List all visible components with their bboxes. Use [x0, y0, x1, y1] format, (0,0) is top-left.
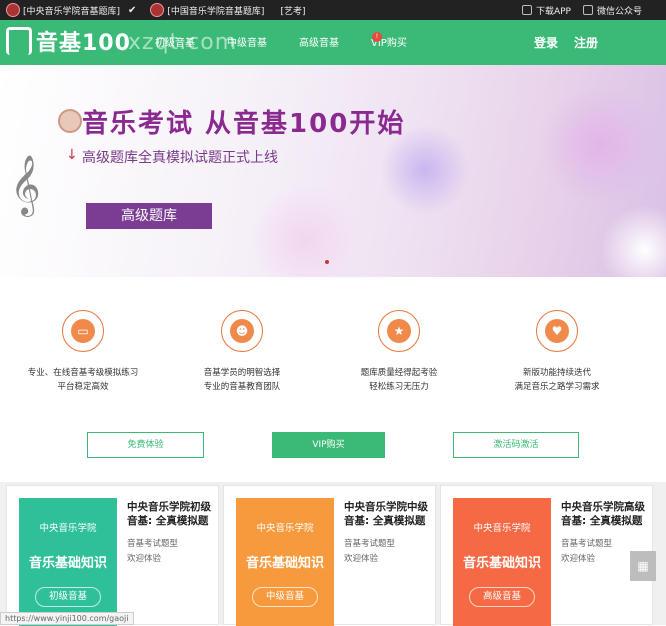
download-app-link[interactable]: 下载APP: [536, 4, 571, 17]
arrow-down-icon: ↓: [66, 147, 78, 163]
feature-icon-ring: ♥: [536, 310, 578, 352]
register-link[interactable]: 注册: [574, 34, 598, 51]
banner-title: 音乐考试 从音基100开始: [82, 109, 406, 139]
monitor-icon: ▭: [71, 319, 95, 343]
login-link[interactable]: 登录: [534, 34, 558, 51]
course-tag: 欢迎体验: [344, 554, 379, 564]
feature-item: ♥ 新版功能持续迭代 满足音乐之路学习需求: [477, 310, 637, 394]
nav-item-beginner[interactable]: 初级音基: [155, 34, 195, 49]
feature-line: 专业、在线音基考级模拟练习: [27, 368, 139, 378]
main-nav: 初级音基 中级音基 高级音基 VIP购买: [155, 34, 439, 49]
chevron-down-icon[interactable]: ✔: [128, 5, 136, 16]
wechat-icon: [582, 5, 593, 15]
music-note-icon: [6, 27, 32, 55]
decor-bubble: [600, 205, 666, 277]
star-icon: ★: [387, 319, 411, 343]
hot-badge-icon: !: [372, 32, 382, 42]
link-china-conservatory[interactable]: [中国音乐学院音基题库]: [167, 4, 264, 17]
feature-icon-ring: ▭: [62, 310, 104, 352]
course-thumbnail[interactable]: 中央音乐学院 音乐基础知识 高级音基: [453, 498, 551, 626]
advanced-bank-button[interactable]: 高级题库: [86, 203, 212, 229]
conservatory-seal-icon: [6, 3, 20, 17]
thumb-school: 中央音乐学院: [39, 523, 97, 534]
course-title[interactable]: 中央音乐学院高级音基: 全真模拟题: [561, 500, 647, 528]
course-tag: 欢迎体验: [127, 554, 162, 564]
decor-bubble: [250, 185, 360, 277]
nav-item-advanced[interactable]: 高级音基: [299, 34, 339, 49]
course-card[interactable]: 中央音乐学院 音乐基础知识 高级音基 中央音乐学院高级音基: 全真模拟题 音基考…: [440, 485, 653, 626]
china-conservatory-seal-icon: [150, 3, 165, 17]
thumb-course: 音乐基础知识: [28, 556, 107, 571]
banner-subtitle: 高级题库全真模拟试题正式上线: [82, 150, 278, 166]
course-title[interactable]: 中央音乐学院中级音基: 全真模拟题: [344, 500, 430, 528]
course-tag: 音基考试题型: [561, 539, 613, 549]
feature-item: ▭ 专业、在线音基考级模拟练习 平台稳定高效: [3, 310, 163, 394]
feature-line: 轻松练习无压力: [369, 382, 429, 392]
hero-banner[interactable]: ↓ 𝄞 音乐考试 从音基100开始 高级题库全真模拟试题正式上线 高级题库: [0, 65, 666, 277]
logo-text: 音基100: [36, 31, 131, 56]
free-trial-button[interactable]: 免费体验: [87, 432, 204, 458]
link-art-exam[interactable]: [艺考]: [280, 4, 305, 17]
course-card[interactable]: 中央音乐学院 音乐基础知识 中级音基 中央音乐学院中级音基: 全真模拟题 音基考…: [223, 485, 436, 626]
thumb-course: 音乐基础知识: [245, 556, 324, 571]
feature-line: 音基学员的明智选择: [203, 368, 281, 378]
course-thumbnail[interactable]: 中央音乐学院 音乐基础知识 中级音基: [236, 498, 334, 626]
auth-links: 登录 注册: [518, 34, 598, 51]
site-logo[interactable]: 音基100: [6, 25, 131, 57]
activate-code-button[interactable]: 激活码激活: [453, 432, 579, 458]
heart-icon: ♥: [545, 319, 569, 343]
feature-item: ☻ 音基学员的明智选择 专业的音基教育团队: [162, 310, 322, 394]
wechat-link[interactable]: 微信公众号: [597, 4, 642, 17]
site-header: 音基100 xzqt.com 初级音基 中级音基 高级音基 VIP购买 ! 登录…: [0, 20, 666, 65]
thumb-level: 中级音基: [252, 587, 318, 607]
thumb-school: 中央音乐学院: [256, 523, 314, 534]
thumb-level: 初级音基: [35, 587, 101, 607]
feature-line: 满足音乐之路学习需求: [514, 382, 600, 392]
link-central-conservatory[interactable]: [中央音乐学院音基题库]: [23, 4, 120, 17]
team-icon: ☻: [230, 319, 254, 343]
top-bar: [中央音乐学院音基题库] ✔ [中国音乐学院音基题库] [艺考] 下载APP 微…: [0, 0, 666, 20]
nav-item-intermediate[interactable]: 中级音基: [227, 34, 267, 49]
course-cards: 中央音乐学院 音乐基础知识 初级音基 中央音乐学院初级音基: 全真模拟题 音基考…: [0, 482, 666, 626]
course-thumbnail[interactable]: 中央音乐学院 音乐基础知识 初级音基: [19, 498, 117, 626]
course-tag: 音基考试题型: [127, 539, 179, 549]
vip-buy-button[interactable]: VIP购买: [272, 432, 385, 458]
feature-item: ★ 题库质量经得起考验 轻松练习无压力: [319, 310, 479, 394]
feature-icon-ring: ★: [378, 310, 420, 352]
feature-line: 新版功能持续迭代: [522, 368, 591, 378]
course-title[interactable]: 中央音乐学院初级音基: 全真模拟题: [127, 500, 213, 528]
feature-icon-ring: ☻: [221, 310, 263, 352]
carousel-indicator[interactable]: [325, 260, 329, 264]
thumb-level: 高级音基: [469, 587, 535, 607]
phone-icon: [521, 5, 532, 15]
treble-clef-icon: 𝄞: [10, 155, 41, 215]
feature-line: 题库质量经得起考验: [360, 368, 438, 378]
feature-line: 平台稳定高效: [57, 382, 109, 392]
qr-code-icon[interactable]: ▦: [630, 551, 656, 581]
status-bar-url: https://www.yinji100.com/gaoji: [0, 612, 134, 625]
feature-line: 专业的音基教育团队: [203, 382, 281, 392]
course-tag: 音基考试题型: [344, 539, 396, 549]
drum-icon: [58, 109, 82, 133]
decor-bubble: [540, 85, 660, 205]
thumb-school: 中央音乐学院: [473, 523, 531, 534]
course-card[interactable]: 中央音乐学院 音乐基础知识 初级音基 中央音乐学院初级音基: 全真模拟题 音基考…: [6, 485, 219, 626]
thumb-course: 音乐基础知识: [462, 556, 541, 571]
